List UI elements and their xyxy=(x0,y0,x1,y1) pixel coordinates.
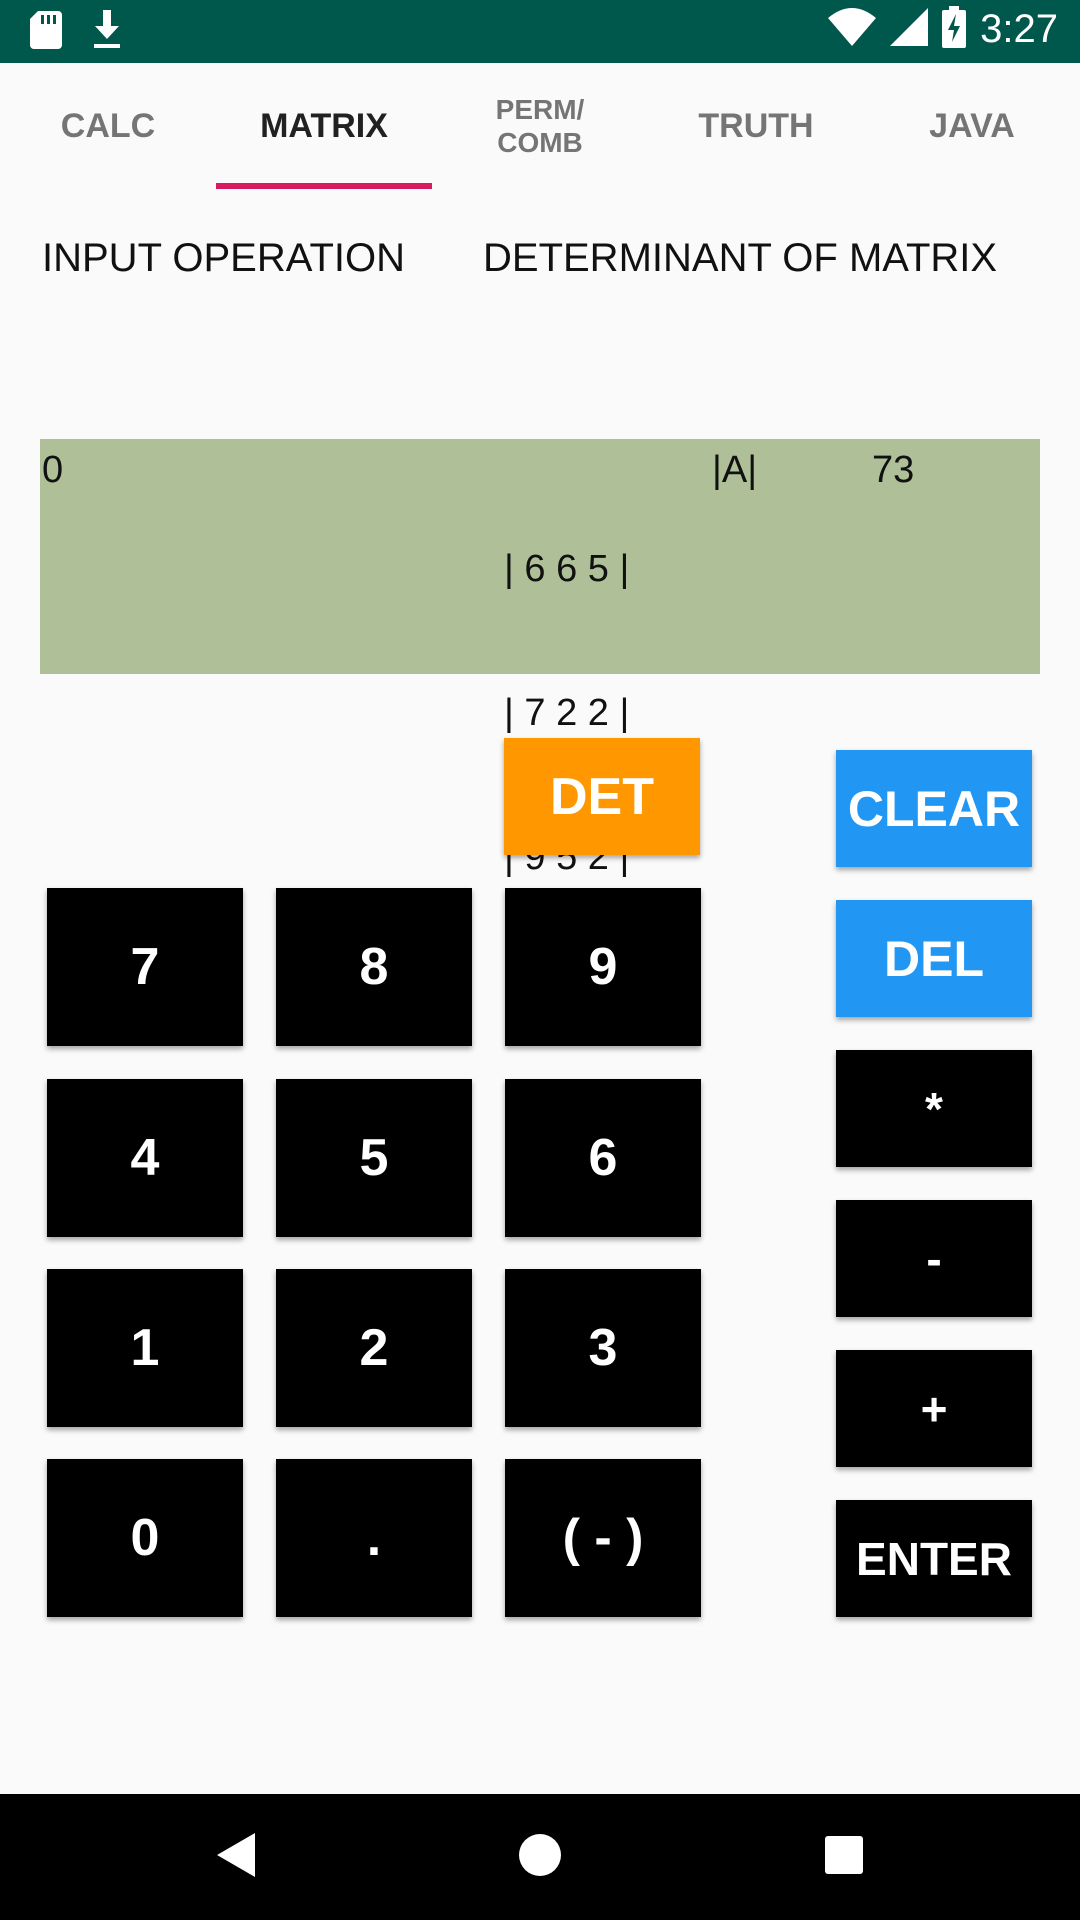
multiply-button[interactable]: * xyxy=(836,1050,1032,1167)
operation-name-label: DETERMINANT OF MATRIX xyxy=(483,236,998,280)
delete-button[interactable]: DEL xyxy=(836,900,1032,1017)
sd-card-icon xyxy=(30,11,62,54)
navigation-bar xyxy=(0,1794,1080,1920)
status-right: 3:27 xyxy=(828,6,1058,53)
tab-matrix[interactable]: MATRIX xyxy=(216,63,432,189)
status-bar: 3:27 xyxy=(0,0,1080,63)
tab-perm-comb[interactable]: PERM/ COMB xyxy=(432,63,648,189)
input-value: 0 xyxy=(42,449,64,491)
key-5[interactable]: 5 xyxy=(276,1079,472,1237)
result-display: 0 | 6 6 5 | | 7 2 2 | | 9 5 2 | |A| 73 xyxy=(40,439,1040,878)
back-button[interactable] xyxy=(176,1794,296,1920)
matrix-row: | 7 2 2 | xyxy=(504,692,630,734)
recents-button[interactable] xyxy=(784,1794,904,1920)
wifi-icon xyxy=(828,8,877,51)
tab-truth[interactable]: TRUTH xyxy=(648,63,864,189)
minus-button[interactable]: - xyxy=(836,1200,1032,1317)
tab-java[interactable]: JAVA xyxy=(864,63,1080,189)
home-button[interactable] xyxy=(480,1794,600,1920)
tab-bar: CALC MATRIX PERM/ COMB TRUTH JAVA xyxy=(0,63,1080,189)
key-4[interactable]: 4 xyxy=(47,1079,243,1237)
clock: 3:27 xyxy=(980,7,1058,51)
plus-button[interactable]: + xyxy=(836,1350,1032,1467)
clear-button[interactable]: CLEAR xyxy=(836,750,1032,867)
key-decimal[interactable]: . xyxy=(276,1459,472,1617)
key-0[interactable]: 0 xyxy=(47,1459,243,1617)
det-button[interactable]: DET xyxy=(504,738,700,855)
key-negate[interactable]: ( - ) xyxy=(505,1459,701,1617)
key-2[interactable]: 2 xyxy=(276,1269,472,1427)
key-7[interactable]: 7 xyxy=(47,888,243,1046)
matrix-row: | 6 6 5 | xyxy=(504,548,630,590)
home-icon xyxy=(518,1833,562,1882)
key-9[interactable]: 9 xyxy=(505,888,701,1046)
signal-icon xyxy=(890,8,929,51)
determinant-label: |A| xyxy=(712,449,758,491)
download-icon xyxy=(92,10,122,55)
status-left xyxy=(30,10,122,55)
key-1[interactable]: 1 xyxy=(47,1269,243,1427)
back-icon xyxy=(215,1831,257,1884)
input-operation-label: INPUT OPERATION xyxy=(42,236,406,280)
enter-button[interactable]: ENTER xyxy=(836,1500,1032,1617)
battery-charging-icon xyxy=(942,6,967,53)
tab-calc[interactable]: CALC xyxy=(0,63,216,189)
key-3[interactable]: 3 xyxy=(505,1269,701,1427)
recents-icon xyxy=(824,1835,864,1880)
determinant-value: 73 xyxy=(872,449,915,491)
key-6[interactable]: 6 xyxy=(505,1079,701,1237)
key-8[interactable]: 8 xyxy=(276,888,472,1046)
